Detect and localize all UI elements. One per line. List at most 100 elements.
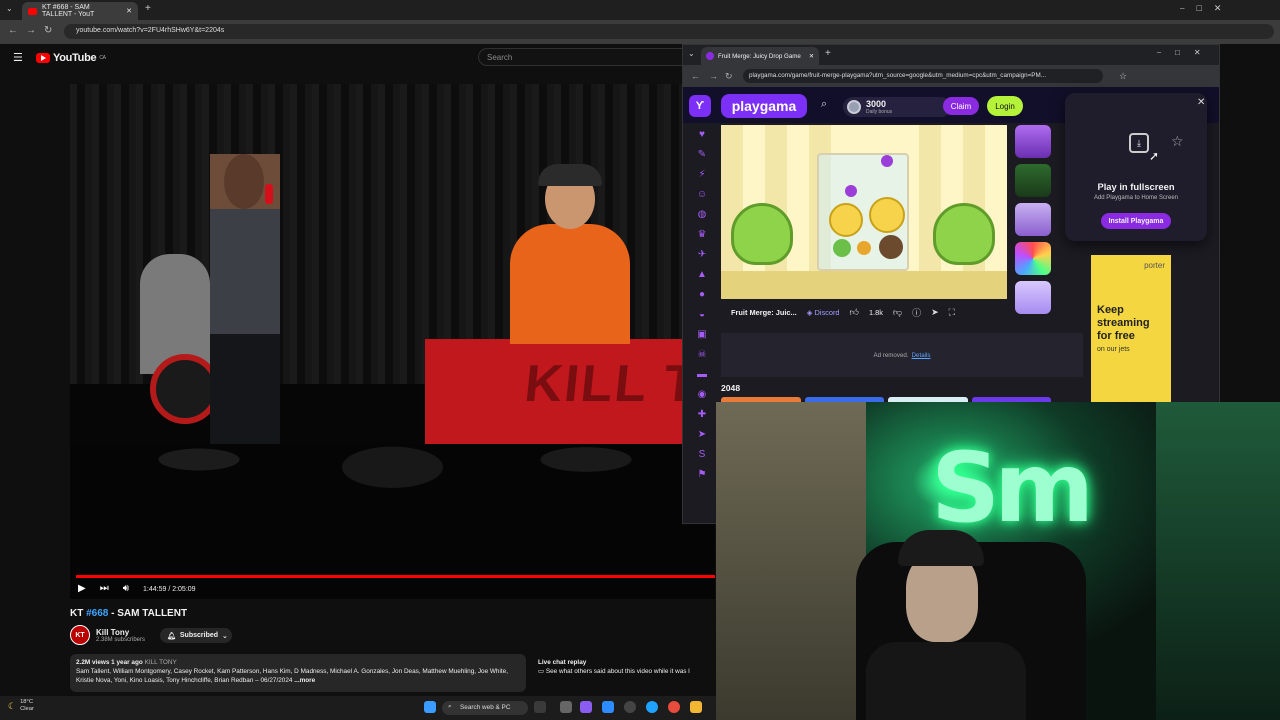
porter-ad[interactable]: porter Keep streaming for free on our je… [1091, 255, 1171, 405]
chrome-icon[interactable] [668, 701, 680, 713]
play-icon[interactable]: ▶ [78, 584, 86, 594]
room-shelf [716, 402, 866, 720]
windows-start-icon[interactable] [424, 701, 436, 713]
popup-forward-icon[interactable]: → [709, 71, 718, 81]
lips-icon[interactable]: ◒ [689, 309, 715, 329]
chat-title: Live chat replay [538, 659, 587, 666]
popup-new-tab-icon[interactable]: + [825, 48, 831, 59]
forward-icon[interactable]: → [26, 25, 36, 36]
runner-icon[interactable]: ⚡ [689, 169, 715, 189]
youtube-logo[interactable]: YouTube CA [36, 52, 106, 64]
plane-icon[interactable]: ✈ [689, 249, 715, 269]
logo-text: YouTube [53, 52, 97, 64]
ball-icon[interactable]: ◍ [689, 209, 715, 229]
edge-icon[interactable] [646, 701, 658, 713]
app-icon[interactable] [624, 701, 636, 713]
close-tab-icon[interactable]: ✕ [809, 53, 814, 60]
report-icon[interactable]: ⓘ [912, 306, 921, 319]
heart-icon[interactable]: ♥ [689, 129, 715, 149]
share-icon[interactable]: ➤ [931, 307, 939, 318]
folder-icon[interactable] [690, 701, 702, 713]
robot-icon[interactable]: ▣ [689, 329, 715, 349]
url-field[interactable]: youtube.com/watch?v=2FU4rhSHw6Y&t=2204s [64, 24, 1274, 39]
reload-icon[interactable]: ↻ [44, 25, 52, 36]
app-icon[interactable] [534, 701, 546, 713]
game-thumb[interactable] [1015, 242, 1051, 275]
discord-link[interactable]: ◈ Discord [807, 308, 840, 317]
youtube-logo-icon [36, 53, 50, 63]
channel-avatar[interactable]: KT [70, 625, 90, 645]
game-floor [721, 271, 1007, 299]
subscribed-button[interactable]: 🔔︎ Subscribed ⌄ [160, 628, 232, 643]
game-canvas[interactable] [721, 125, 1007, 299]
weather-widget[interactable]: ☾ 18°C Clear [8, 699, 34, 713]
gun-icon[interactable]: ➤ [689, 429, 715, 449]
next-icon[interactable]: ⏭ [100, 584, 109, 594]
coins-balance[interactable]: 3000 Daily bonus [843, 97, 951, 117]
car-icon[interactable]: ▬ [689, 369, 715, 389]
watermelon-cat-left [731, 203, 793, 265]
playgama-logo[interactable]: playgama [721, 94, 807, 118]
puzzle-icon[interactable]: ✚ [689, 409, 715, 429]
crown-icon[interactable]: ♛ [689, 229, 715, 249]
search-input[interactable]: Search [478, 48, 688, 66]
claim-button[interactable]: Claim [943, 97, 979, 115]
skull-icon[interactable]: ☠ [689, 349, 715, 369]
star-icon[interactable]: ☆ [1171, 133, 1184, 150]
region-label: CA [99, 55, 106, 61]
login-button[interactable]: Login [987, 96, 1023, 116]
brush-icon[interactable]: ✎ [689, 149, 715, 169]
tab-youtube[interactable]: KT #668 - SAM TALLENT - YouT ✕ [22, 2, 138, 20]
hat-icon[interactable]: ▲ [689, 269, 715, 289]
like-icon[interactable]: 👍︎ [850, 307, 859, 318]
channel-name[interactable]: Kill Tony [96, 628, 145, 637]
close-icon[interactable]: ✕ [1197, 97, 1205, 108]
dislike-icon[interactable]: 👎︎ [893, 307, 902, 318]
video-progress-bar[interactable] [76, 575, 715, 578]
game-thumb[interactable] [1015, 203, 1051, 236]
streamer-body [866, 642, 1026, 720]
app-icon[interactable] [580, 701, 592, 713]
game-thumb[interactable] [1015, 281, 1051, 314]
taskbar-search[interactable]: ⌕ Search web & PC [442, 701, 528, 715]
pin-icon[interactable]: ● [689, 289, 715, 309]
game-thumbnails [1015, 125, 1053, 325]
details-link[interactable]: Details [912, 352, 931, 359]
bookmark-star-icon[interactable]: ☆ [1119, 71, 1127, 82]
fullscreen-icon[interactable]: ⛶ [949, 307, 955, 318]
microphone [265, 184, 273, 204]
game-thumb[interactable] [1015, 164, 1051, 197]
more-link[interactable]: ...more [294, 677, 315, 684]
window-controls[interactable]: ⎯□✕ [1180, 3, 1233, 14]
game-thumb[interactable] [1015, 125, 1051, 158]
view-stats: 2.2M views 1 year ago [76, 659, 143, 666]
tab-playgama[interactable]: Fruit Merge: Juicy Drop Game ✕ [701, 47, 819, 65]
popup-url-field[interactable]: playgama.com/game/fruit-merge-playgama?u… [743, 69, 1103, 83]
app-icon[interactable] [602, 701, 614, 713]
flag-icon[interactable]: ⚑ [689, 469, 715, 489]
new-tab-icon[interactable]: + [145, 3, 151, 14]
globe-icon[interactable]: ◉ [689, 389, 715, 409]
live-chat-replay[interactable]: Live chat replay ▭ See what others said … [532, 654, 715, 692]
back-icon[interactable]: ← [8, 25, 18, 36]
tab-menu-icon[interactable]: ⌄ [6, 4, 13, 13]
hashtag-link[interactable]: #668 [86, 608, 108, 619]
popup-tab-menu-icon[interactable]: ⌄ [688, 49, 695, 58]
popup-window-controls[interactable]: ⎯□✕ [1157, 48, 1215, 58]
snake-icon[interactable]: S [689, 449, 715, 469]
video-player[interactable]: KILL T [70, 84, 715, 599]
search-icon[interactable]: ⌕ [821, 98, 827, 111]
install-button[interactable]: Install Playgama [1101, 213, 1171, 229]
popup-back-icon[interactable]: ← [691, 71, 700, 81]
menu-icon[interactable]: ☰ [13, 51, 23, 64]
playgama-logo-icon[interactable]: ϒ [689, 95, 711, 117]
app-icon[interactable] [560, 701, 572, 713]
popup-reload-icon[interactable]: ↻ [725, 71, 733, 82]
bell-icon: 🔔︎ [167, 632, 176, 640]
volume-icon[interactable]: 🔊︎ [123, 584, 129, 594]
description-box[interactable]: 2.2M views 1 year ago KILL TONY Sam Tall… [70, 654, 526, 692]
close-tab-icon[interactable]: ✕ [126, 7, 132, 15]
download-icon[interactable]: ⤓ [1129, 133, 1149, 153]
smile-icon[interactable]: ☺ [689, 189, 715, 209]
game-title: Fruit Merge: Juic... [731, 307, 797, 317]
